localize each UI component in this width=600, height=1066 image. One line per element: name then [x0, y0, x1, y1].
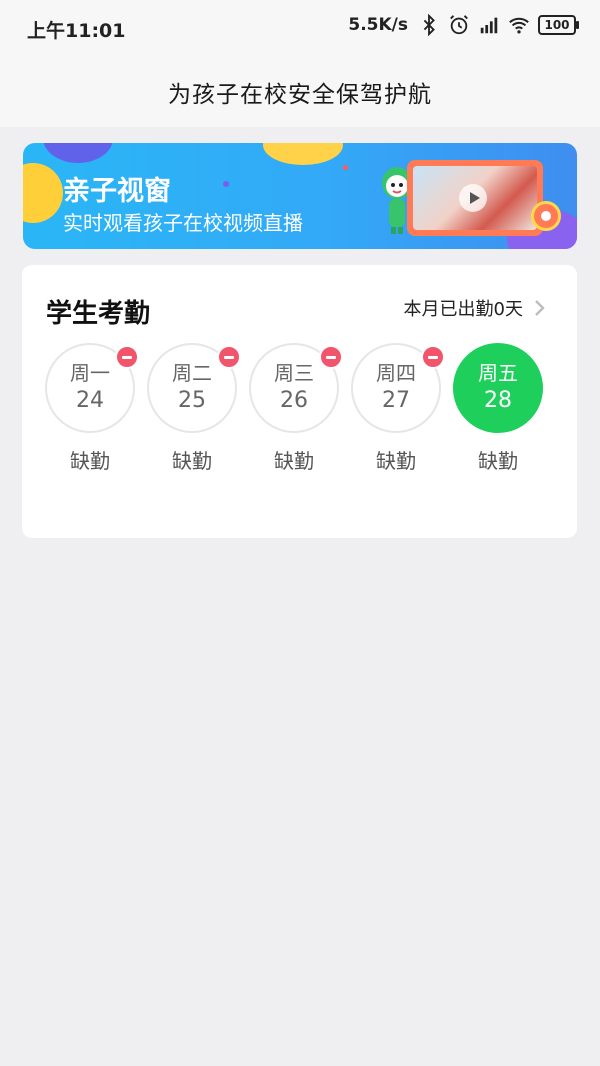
wifi-icon: [509, 17, 529, 34]
decor-dot: [343, 165, 348, 170]
play-icon: [459, 184, 487, 212]
decor-dot: [223, 181, 229, 187]
absent-minus-icon: [421, 345, 445, 369]
day-status: 缺勤: [70, 449, 110, 473]
banner-subtitle: 实时观看孩子在校视频直播: [63, 211, 303, 235]
chevron-right-icon: [535, 300, 545, 316]
decor-blob: [43, 143, 113, 163]
absent-minus-icon: [115, 345, 139, 369]
day-date: 27: [382, 388, 410, 413]
day-status: 缺勤: [376, 449, 416, 473]
page-title: 为孩子在校安全保驾护航: [168, 81, 432, 108]
absent-minus-icon: [319, 345, 343, 369]
bluetooth-icon: [423, 14, 435, 36]
attendance-day[interactable]: 周四 27 缺勤: [351, 343, 445, 474]
attendance-day[interactable]: 周二 25 缺勤: [147, 343, 241, 474]
day-date: 24: [76, 388, 104, 413]
attendance-summary: 本月已出勤0天: [403, 299, 523, 320]
hd-signal-icon: [480, 17, 498, 34]
page-header: 为孩子在校安全保驾护航: [0, 56, 600, 127]
attendance-day[interactable]: 周一 24 缺勤: [45, 343, 139, 474]
day-weekday: 周五: [478, 361, 518, 385]
day-weekday: 周一: [70, 361, 110, 385]
attendance-title: 学生考勤: [46, 299, 151, 329]
absent-minus-icon: [217, 345, 241, 369]
decor-blob: [263, 143, 343, 165]
banner-title: 亲子视窗: [63, 176, 171, 207]
day-status: 缺勤: [172, 449, 212, 473]
battery-icon: 100: [538, 15, 579, 35]
attendance-day[interactable]: 周三 26 缺勤: [249, 343, 343, 474]
day-date: 26: [280, 388, 308, 413]
day-date: 28: [484, 388, 512, 413]
day-status: 缺勤: [274, 449, 314, 473]
status-icons: 5.5K/s 100: [348, 14, 579, 36]
parent-child-window-banner[interactable]: 亲子视窗 实时观看孩子在校视频直播: [23, 143, 577, 249]
status-time: 上午11:01: [27, 20, 126, 42]
day-weekday: 周四: [376, 361, 416, 385]
attendance-card: 学生考勤 本月已出勤0天 周一 24 缺勤 周二 25 缺勤 周三 26 缺勤 …: [22, 265, 577, 538]
day-circle-today: 周五 28: [453, 343, 543, 433]
network-speed: 5.5K/s: [348, 15, 408, 35]
day-status: 缺勤: [478, 449, 518, 473]
camera-icon: [531, 201, 561, 231]
alarm-icon: [450, 15, 468, 35]
live-video-preview: [407, 160, 543, 236]
day-weekday: 周二: [172, 361, 212, 385]
attendance-week: 周一 24 缺勤 周二 25 缺勤 周三 26 缺勤 周四 27 缺勤 周五 2…: [45, 343, 543, 474]
day-date: 25: [178, 388, 206, 413]
day-weekday: 周三: [274, 361, 314, 385]
attendance-day-today[interactable]: 周五 28 缺勤: [453, 343, 543, 474]
decor-blob: [23, 163, 63, 223]
status-bar: 上午11:01 5.5K/s 100: [0, 0, 600, 56]
attendance-summary-link[interactable]: 本月已出勤0天: [404, 295, 547, 321]
